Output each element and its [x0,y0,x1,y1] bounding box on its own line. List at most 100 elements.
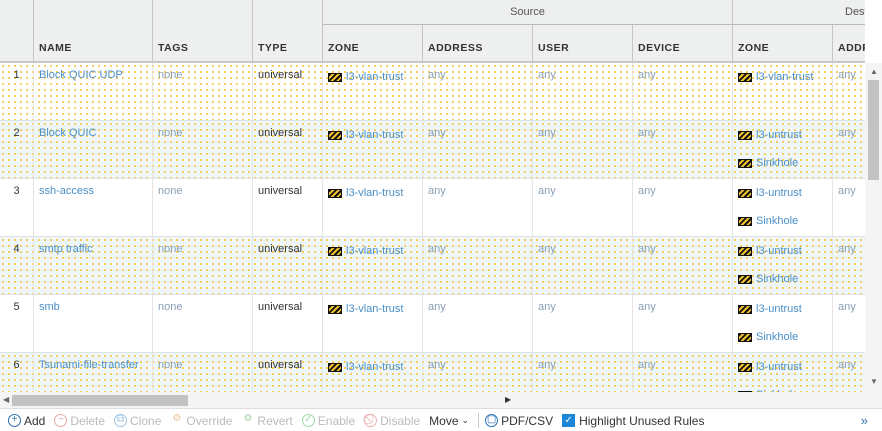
cell-src-zone: l3-vlan-trust [322,237,422,295]
cell-device: any [632,353,732,392]
cell-dst-zones: l3-untrustSinkhole [732,353,832,392]
highlight-unused-rules-checkbox[interactable]: ✓ Highlight Unused Rules [562,414,704,428]
scroll-down-icon[interactable]: ▼ [870,377,878,386]
col-user[interactable]: USER [532,25,632,61]
cell-user: any [532,295,632,353]
zone-tag[interactable]: l3-untrust [738,128,832,142]
move-button[interactable]: Move ⌄ [429,414,469,428]
cell-device: any [632,237,732,295]
zone-icon [738,130,752,140]
disable-icon: ⃠ [364,414,378,427]
table-row[interactable]: 2 Block QUIC none universal l3-vlan-trust any… [0,121,865,179]
table-header: NAME TAGS TYPE Source Dest ZONE ADDRESS … [0,0,865,63]
zone-icon [328,130,342,140]
cell-name[interactable]: Tsunami-file-transfer [33,353,152,392]
cell-src-address: any [422,237,532,295]
cell-dst-zones: l3-vlan-trust [732,63,832,121]
zone-label: l3-untrust [756,361,802,373]
divider [478,413,480,428]
table-row[interactable]: 4 smtp traffic none universal l3-vlan-trust a… [0,237,865,295]
cell-type: universal [252,295,322,353]
cell-num: 1 [13,69,20,81]
zone-tag[interactable]: l3-vlan-trust [738,70,832,84]
col-device[interactable]: DEVICE [632,25,732,61]
zone-label: l3-vlan-trust [346,245,404,257]
cell-src-address: any [422,353,532,392]
cell-type: universal [252,179,322,237]
clone-button[interactable]: ⧉ Clone [114,414,161,428]
zone-icon [738,304,752,314]
horizontal-scrollbar[interactable]: ◀ ▶ [0,392,882,409]
cell-device: any [632,121,732,179]
cell-tags: none [152,179,252,237]
zone-label: Sinkhole [756,215,799,227]
col-source-zone[interactable]: ZONE [322,25,422,61]
zone-tag[interactable]: l3-vlan-trust [328,70,422,84]
cell-user: any [532,121,632,179]
zone-tag[interactable]: Sinkhole [738,272,832,286]
zone-tag[interactable]: l3-vlan-trust [328,244,422,258]
cell-name[interactable]: smtp traffic [33,237,152,295]
zone-label: l3-vlan-trust [346,187,404,199]
col-dest-address[interactable]: ADDRESS [832,25,865,61]
checkbox-checked-icon[interactable]: ✓ [562,414,576,427]
delete-button[interactable]: − Delete [54,414,105,428]
col-type[interactable]: TYPE [252,0,322,61]
enable-button[interactable]: ✓ Enable [301,414,355,428]
zone-tag[interactable]: l3-untrust [738,244,832,258]
zone-label: l3-untrust [756,245,802,257]
cell-dst-zones: l3-untrust Sinkhole [732,121,832,179]
zone-tag[interactable]: Sinkhole [738,330,832,344]
cell-num: 6 [13,359,20,371]
table-row[interactable]: 5 smb none universal l3-vlan-trust any any any l… [0,295,865,353]
more-button[interactable]: » [861,413,868,428]
table-row[interactable]: 3 ssh-access none universal l3-vlan-trust any… [0,179,865,237]
cell-type: universal [252,121,322,179]
zone-label: l3-vlan-trust [346,129,404,141]
cell-device: any [632,295,732,353]
add-button[interactable]: + Add [8,414,45,428]
zone-icon [328,304,342,314]
zone-label: Sinkhole [756,331,799,343]
col-name[interactable]: NAME [33,0,152,61]
scroll-right-icon[interactable]: ▶ [505,395,511,404]
cell-device: any [632,179,732,237]
zone-label: l3-vlan-trust [346,71,404,83]
cell-src-zone: l3-vlan-trust [322,179,422,237]
zone-tag[interactable]: Sinkhole [738,156,832,170]
cell-name[interactable]: smb [33,295,152,353]
cell-name[interactable]: Block QUIC UDP [33,63,152,121]
disable-button[interactable]: ⃠Disable [364,414,420,428]
zone-tag[interactable]: l3-vlan-trust [328,360,422,374]
vertical-scrollbar[interactable]: ▲ ▼ [865,63,882,392]
vertical-scroll-thumb[interactable] [868,80,879,180]
zone-tag[interactable]: Sinkhole [738,214,832,228]
table-row[interactable]: 6 Tsunami-file-transfer none universal l3-vl… [0,353,865,392]
zone-icon [328,188,342,198]
zone-tag[interactable]: l3-vlan-trust [328,186,422,200]
zone-tag[interactable]: l3-untrust [738,302,832,316]
cell-device: any [632,63,732,121]
revert-button[interactable]: ⚙ Revert [241,414,292,428]
col-source-address[interactable]: ADDRESS [422,25,532,61]
override-button[interactable]: ⚙ Override [170,414,232,428]
zone-tag[interactable]: l3-vlan-trust [328,128,422,142]
policy-table: NAME TAGS TYPE Source Dest ZONE ADDRESS … [0,0,865,392]
zone-label: l3-vlan-trust [756,71,814,83]
table-row[interactable]: 1 Block QUIC UDP none universal l3-vlan-trus… [0,63,865,121]
horizontal-scroll-thumb[interactable] [12,395,188,406]
cell-dst-address: any [832,63,865,121]
zone-label: l3-vlan-trust [346,303,404,315]
cell-num: 5 [13,301,20,313]
scroll-left-icon[interactable]: ◀ [3,395,9,404]
scroll-up-icon[interactable]: ▲ [870,67,878,76]
col-tags[interactable]: TAGS [152,0,252,61]
zone-tag[interactable]: l3-untrust [738,186,832,200]
zone-tag[interactable]: l3-untrust [738,360,832,374]
cell-name[interactable]: ssh-access [33,179,152,237]
pdf-csv-button[interactable]: ▢ PDF/CSV [485,414,553,428]
zone-tag[interactable]: l3-vlan-trust [328,302,422,316]
revert-gear-icon: ⚙ [243,413,253,424]
col-dest-zone[interactable]: ZONE [732,25,832,61]
cell-name[interactable]: Block QUIC [33,121,152,179]
